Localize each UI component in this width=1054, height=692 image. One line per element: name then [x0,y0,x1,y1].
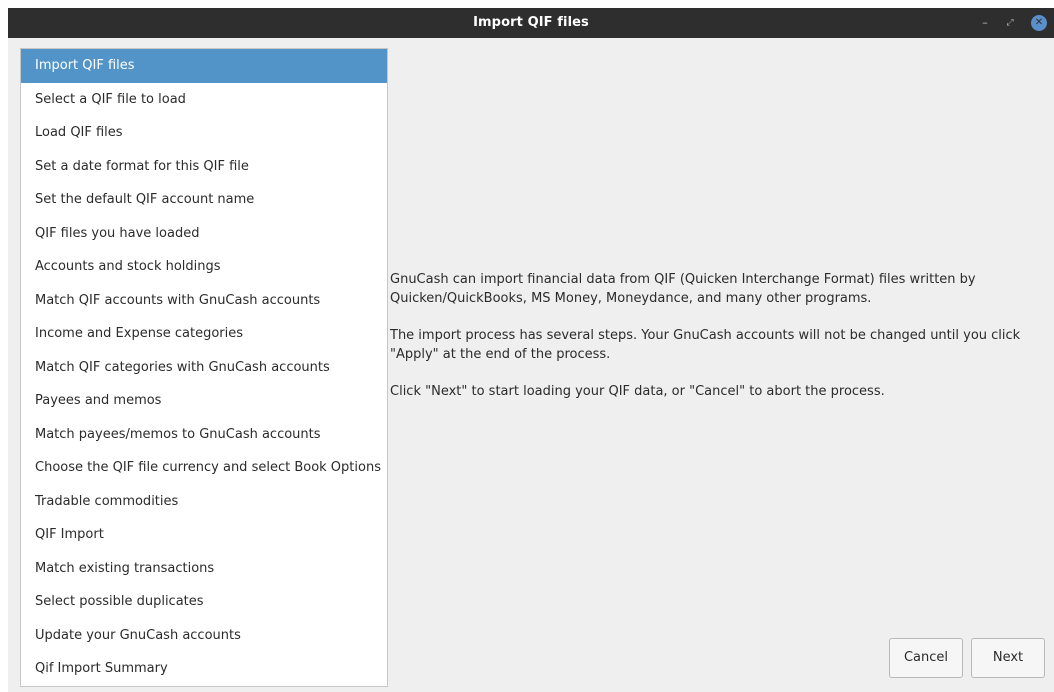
sidebar-item-load-qif-files[interactable]: Load QIF files [21,116,387,150]
next-button[interactable]: Next [971,638,1045,678]
sidebar-item-currency-book-options[interactable]: Choose the QIF file currency and select … [21,451,387,485]
sidebar-item-payees-memos[interactable]: Payees and memos [21,384,387,418]
sidebar-item-default-account-name[interactable]: Set the default QIF account name [21,183,387,217]
minimize-icon[interactable]: – [977,15,993,31]
sidebar-item-import-summary[interactable]: Qif Import Summary [21,652,387,686]
sidebar-item-tradable-commodities[interactable]: Tradable commodities [21,485,387,519]
maximize-icon[interactable]: ⤢ [1002,15,1018,31]
window-title: Import QIF files [473,15,589,30]
sidebar-item-income-expense[interactable]: Income and Expense categories [21,317,387,351]
intro-paragraph-3: Click "Next" to start loading your QIF d… [390,384,885,399]
sidebar-item-import-qif-files[interactable]: Import QIF files [21,49,387,83]
intro-paragraph-1: GnuCash can import financial data from Q… [390,272,976,306]
sidebar-item-update-accounts[interactable]: Update your GnuCash accounts [21,619,387,653]
close-icon[interactable]: ✕ [1031,15,1047,31]
title-bar[interactable]: Import QIF files – ⤢ ✕ [8,8,1054,38]
sidebar-item-loaded-files[interactable]: QIF files you have loaded [21,217,387,251]
sidebar-item-select-qif-file[interactable]: Select a QIF file to load [21,83,387,117]
sidebar-item-qif-import[interactable]: QIF Import [21,518,387,552]
intro-text: GnuCash can import financial data from Q… [390,270,1040,419]
sidebar-item-possible-duplicates[interactable]: Select possible duplicates [21,585,387,619]
cancel-button[interactable]: Cancel [889,638,963,678]
sidebar-item-match-payees[interactable]: Match payees/memos to GnuCash accounts [21,418,387,452]
sidebar-item-match-accounts[interactable]: Match QIF accounts with GnuCash accounts [21,284,387,318]
assistant-steps-sidebar: Import QIF files Select a QIF file to lo… [20,48,388,687]
sidebar-item-match-transactions[interactable]: Match existing transactions [21,552,387,586]
sidebar-item-date-format[interactable]: Set a date format for this QIF file [21,150,387,184]
sidebar-item-match-categories[interactable]: Match QIF categories with GnuCash accoun… [21,351,387,385]
sidebar-item-accounts-stock[interactable]: Accounts and stock holdings [21,250,387,284]
intro-paragraph-2: The import process has several steps. Yo… [390,328,1021,362]
import-qif-dialog: Import QIF files – ⤢ ✕ Import QIF files … [8,8,1054,692]
